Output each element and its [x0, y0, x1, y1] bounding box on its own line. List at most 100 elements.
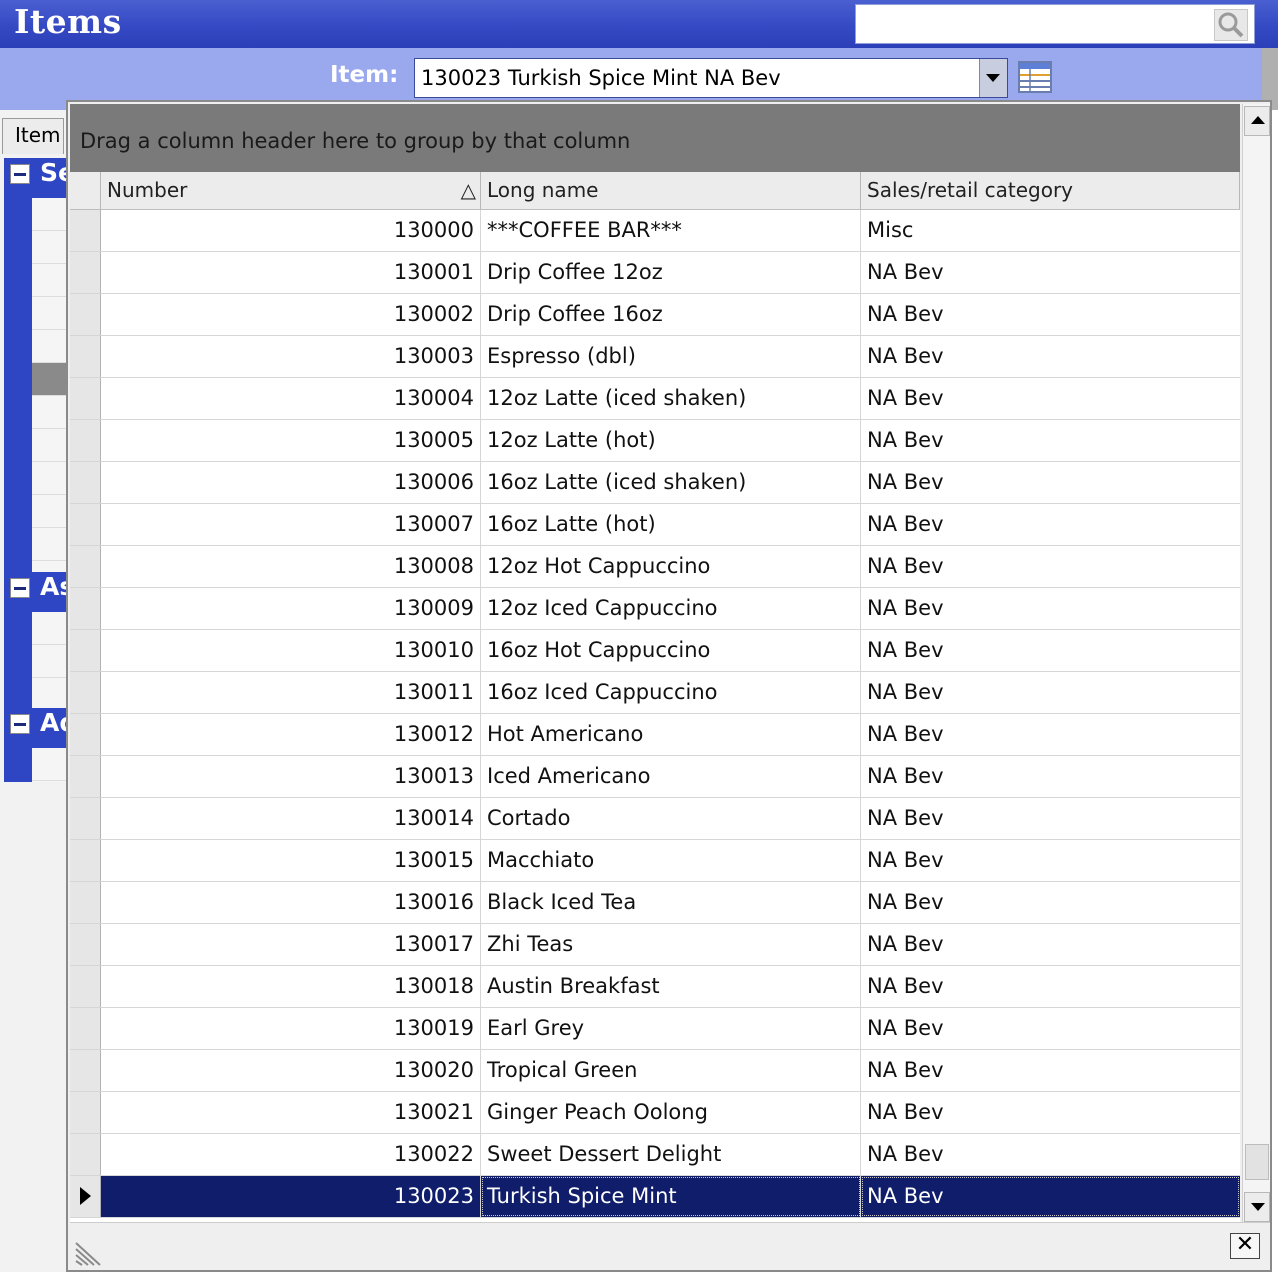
table-row[interactable]: 130000 ***COFFEE BAR*** Misc: [70, 210, 1240, 252]
row-selector[interactable]: [70, 630, 101, 671]
table-row[interactable]: 130010 16oz Hot Cappuccino NA Bev: [70, 630, 1240, 672]
cell-number[interactable]: 130003: [101, 336, 481, 377]
row-selector[interactable]: [70, 882, 101, 923]
cell-number[interactable]: 130002: [101, 294, 481, 335]
column-header-long-name[interactable]: Long name: [481, 172, 861, 209]
cell-category[interactable]: NA Bev: [861, 798, 1240, 839]
cell-category[interactable]: NA Bev: [861, 420, 1240, 461]
cell-number[interactable]: 130021: [101, 1092, 481, 1133]
table-row[interactable]: 130019 Earl Grey NA Bev: [70, 1008, 1240, 1050]
table-row[interactable]: 130016 Black Iced Tea NA Bev: [70, 882, 1240, 924]
search-input[interactable]: [860, 9, 1214, 41]
row-selector[interactable]: [70, 840, 101, 881]
form-row[interactable]: [32, 363, 70, 396]
cell-long-name[interactable]: Black Iced Tea: [481, 882, 861, 923]
cell-category[interactable]: NA Bev: [861, 672, 1240, 713]
table-row[interactable]: 130011 16oz Iced Cappuccino NA Bev: [70, 672, 1240, 714]
cell-long-name[interactable]: 16oz Hot Cappuccino: [481, 630, 861, 671]
row-selector[interactable]: [70, 588, 101, 629]
cell-long-name[interactable]: 12oz Hot Cappuccino: [481, 546, 861, 587]
row-selector[interactable]: [70, 252, 101, 293]
group-by-panel[interactable]: Drag a column header here to group by th…: [70, 104, 1240, 172]
cell-number[interactable]: 130001: [101, 252, 481, 293]
cell-long-name[interactable]: Cortado: [481, 798, 861, 839]
cell-number[interactable]: 130006: [101, 462, 481, 503]
cell-category[interactable]: NA Bev: [861, 1008, 1240, 1049]
cell-category[interactable]: NA Bev: [861, 588, 1240, 629]
cell-long-name[interactable]: Ginger Peach Oolong: [481, 1092, 861, 1133]
row-selector[interactable]: [70, 714, 101, 755]
cell-long-name[interactable]: 12oz Iced Cappuccino: [481, 588, 861, 629]
cell-category[interactable]: NA Bev: [861, 630, 1240, 671]
cell-long-name[interactable]: 16oz Latte (hot): [481, 504, 861, 545]
cell-number[interactable]: 130015: [101, 840, 481, 881]
cell-number[interactable]: 130017: [101, 924, 481, 965]
form-row[interactable]: [32, 297, 70, 330]
cell-long-name[interactable]: Earl Grey: [481, 1008, 861, 1049]
cell-category[interactable]: NA Bev: [861, 840, 1240, 881]
cell-category[interactable]: NA Bev: [861, 714, 1240, 755]
cell-number[interactable]: 130013: [101, 756, 481, 797]
table-row[interactable]: 130009 12oz Iced Cappuccino NA Bev: [70, 588, 1240, 630]
row-selector[interactable]: [70, 1092, 101, 1133]
item-combo[interactable]: 130023 Turkish Spice Mint NA Bev: [414, 58, 1008, 98]
scroll-down-button[interactable]: [1244, 1192, 1270, 1222]
cell-number[interactable]: 130004: [101, 378, 481, 419]
cell-category[interactable]: NA Bev: [861, 1176, 1240, 1217]
resize-grip-icon[interactable]: [74, 1239, 102, 1267]
collapse-icon[interactable]: [10, 578, 30, 598]
row-selector[interactable]: [70, 798, 101, 839]
cell-long-name[interactable]: Austin Breakfast: [481, 966, 861, 1007]
cell-category[interactable]: NA Bev: [861, 882, 1240, 923]
cell-long-name[interactable]: Zhi Teas: [481, 924, 861, 965]
row-selector[interactable]: [70, 336, 101, 377]
cell-number[interactable]: 130016: [101, 882, 481, 923]
search-button[interactable]: [1214, 9, 1248, 41]
cell-category[interactable]: NA Bev: [861, 294, 1240, 335]
table-row[interactable]: 130002 Drip Coffee 16oz NA Bev: [70, 294, 1240, 336]
row-selector[interactable]: [70, 504, 101, 545]
row-selector[interactable]: [70, 1176, 101, 1217]
cell-category[interactable]: NA Bev: [861, 546, 1240, 587]
row-selector[interactable]: [70, 1050, 101, 1091]
cell-long-name[interactable]: Macchiato: [481, 840, 861, 881]
row-selector[interactable]: [70, 966, 101, 1007]
cell-number[interactable]: 130020: [101, 1050, 481, 1091]
tab-item[interactable]: Item: [2, 118, 64, 154]
cell-category[interactable]: NA Bev: [861, 378, 1240, 419]
combo-dropdown-button[interactable]: [979, 59, 1007, 97]
table-row[interactable]: 130008 12oz Hot Cappuccino NA Bev: [70, 546, 1240, 588]
form-row[interactable]: [32, 612, 70, 645]
table-row[interactable]: 130013 Iced Americano NA Bev: [70, 756, 1240, 798]
cell-number[interactable]: 130010: [101, 630, 481, 671]
table-row-selected[interactable]: 130023 Turkish Spice Mint NA Bev: [70, 1176, 1240, 1218]
row-selector[interactable]: [70, 924, 101, 965]
form-row[interactable]: [32, 330, 70, 363]
column-header-number[interactable]: Number △: [101, 172, 481, 209]
cell-long-name[interactable]: Drip Coffee 16oz: [481, 294, 861, 335]
table-row[interactable]: 130004 12oz Latte (iced shaken) NA Bev: [70, 378, 1240, 420]
form-row[interactable]: [32, 396, 70, 429]
cell-category[interactable]: Misc: [861, 210, 1240, 251]
row-selector[interactable]: [70, 546, 101, 587]
table-row[interactable]: 130014 Cortado NA Bev: [70, 798, 1240, 840]
table-row[interactable]: 130022 Sweet Dessert Delight NA Bev: [70, 1134, 1240, 1176]
cell-category[interactable]: NA Bev: [861, 504, 1240, 545]
table-row[interactable]: 130020 Tropical Green NA Bev: [70, 1050, 1240, 1092]
cell-number[interactable]: 130009: [101, 588, 481, 629]
cell-category[interactable]: NA Bev: [861, 756, 1240, 797]
cell-long-name[interactable]: 16oz Latte (iced shaken): [481, 462, 861, 503]
table-row[interactable]: 130012 Hot Americano NA Bev: [70, 714, 1240, 756]
cell-number[interactable]: 130023: [101, 1176, 481, 1217]
column-header-category[interactable]: Sales/retail category: [861, 172, 1240, 209]
scroll-up-button[interactable]: [1244, 106, 1270, 136]
cell-category[interactable]: NA Bev: [861, 924, 1240, 965]
close-button[interactable]: ✕: [1230, 1233, 1260, 1259]
form-row[interactable]: [32, 748, 70, 781]
cell-category[interactable]: NA Bev: [861, 1050, 1240, 1091]
cell-category[interactable]: NA Bev: [861, 252, 1240, 293]
grid-view-icon[interactable]: [1018, 60, 1052, 94]
cell-category[interactable]: NA Bev: [861, 966, 1240, 1007]
table-row[interactable]: 130018 Austin Breakfast NA Bev: [70, 966, 1240, 1008]
cell-number[interactable]: 130018: [101, 966, 481, 1007]
